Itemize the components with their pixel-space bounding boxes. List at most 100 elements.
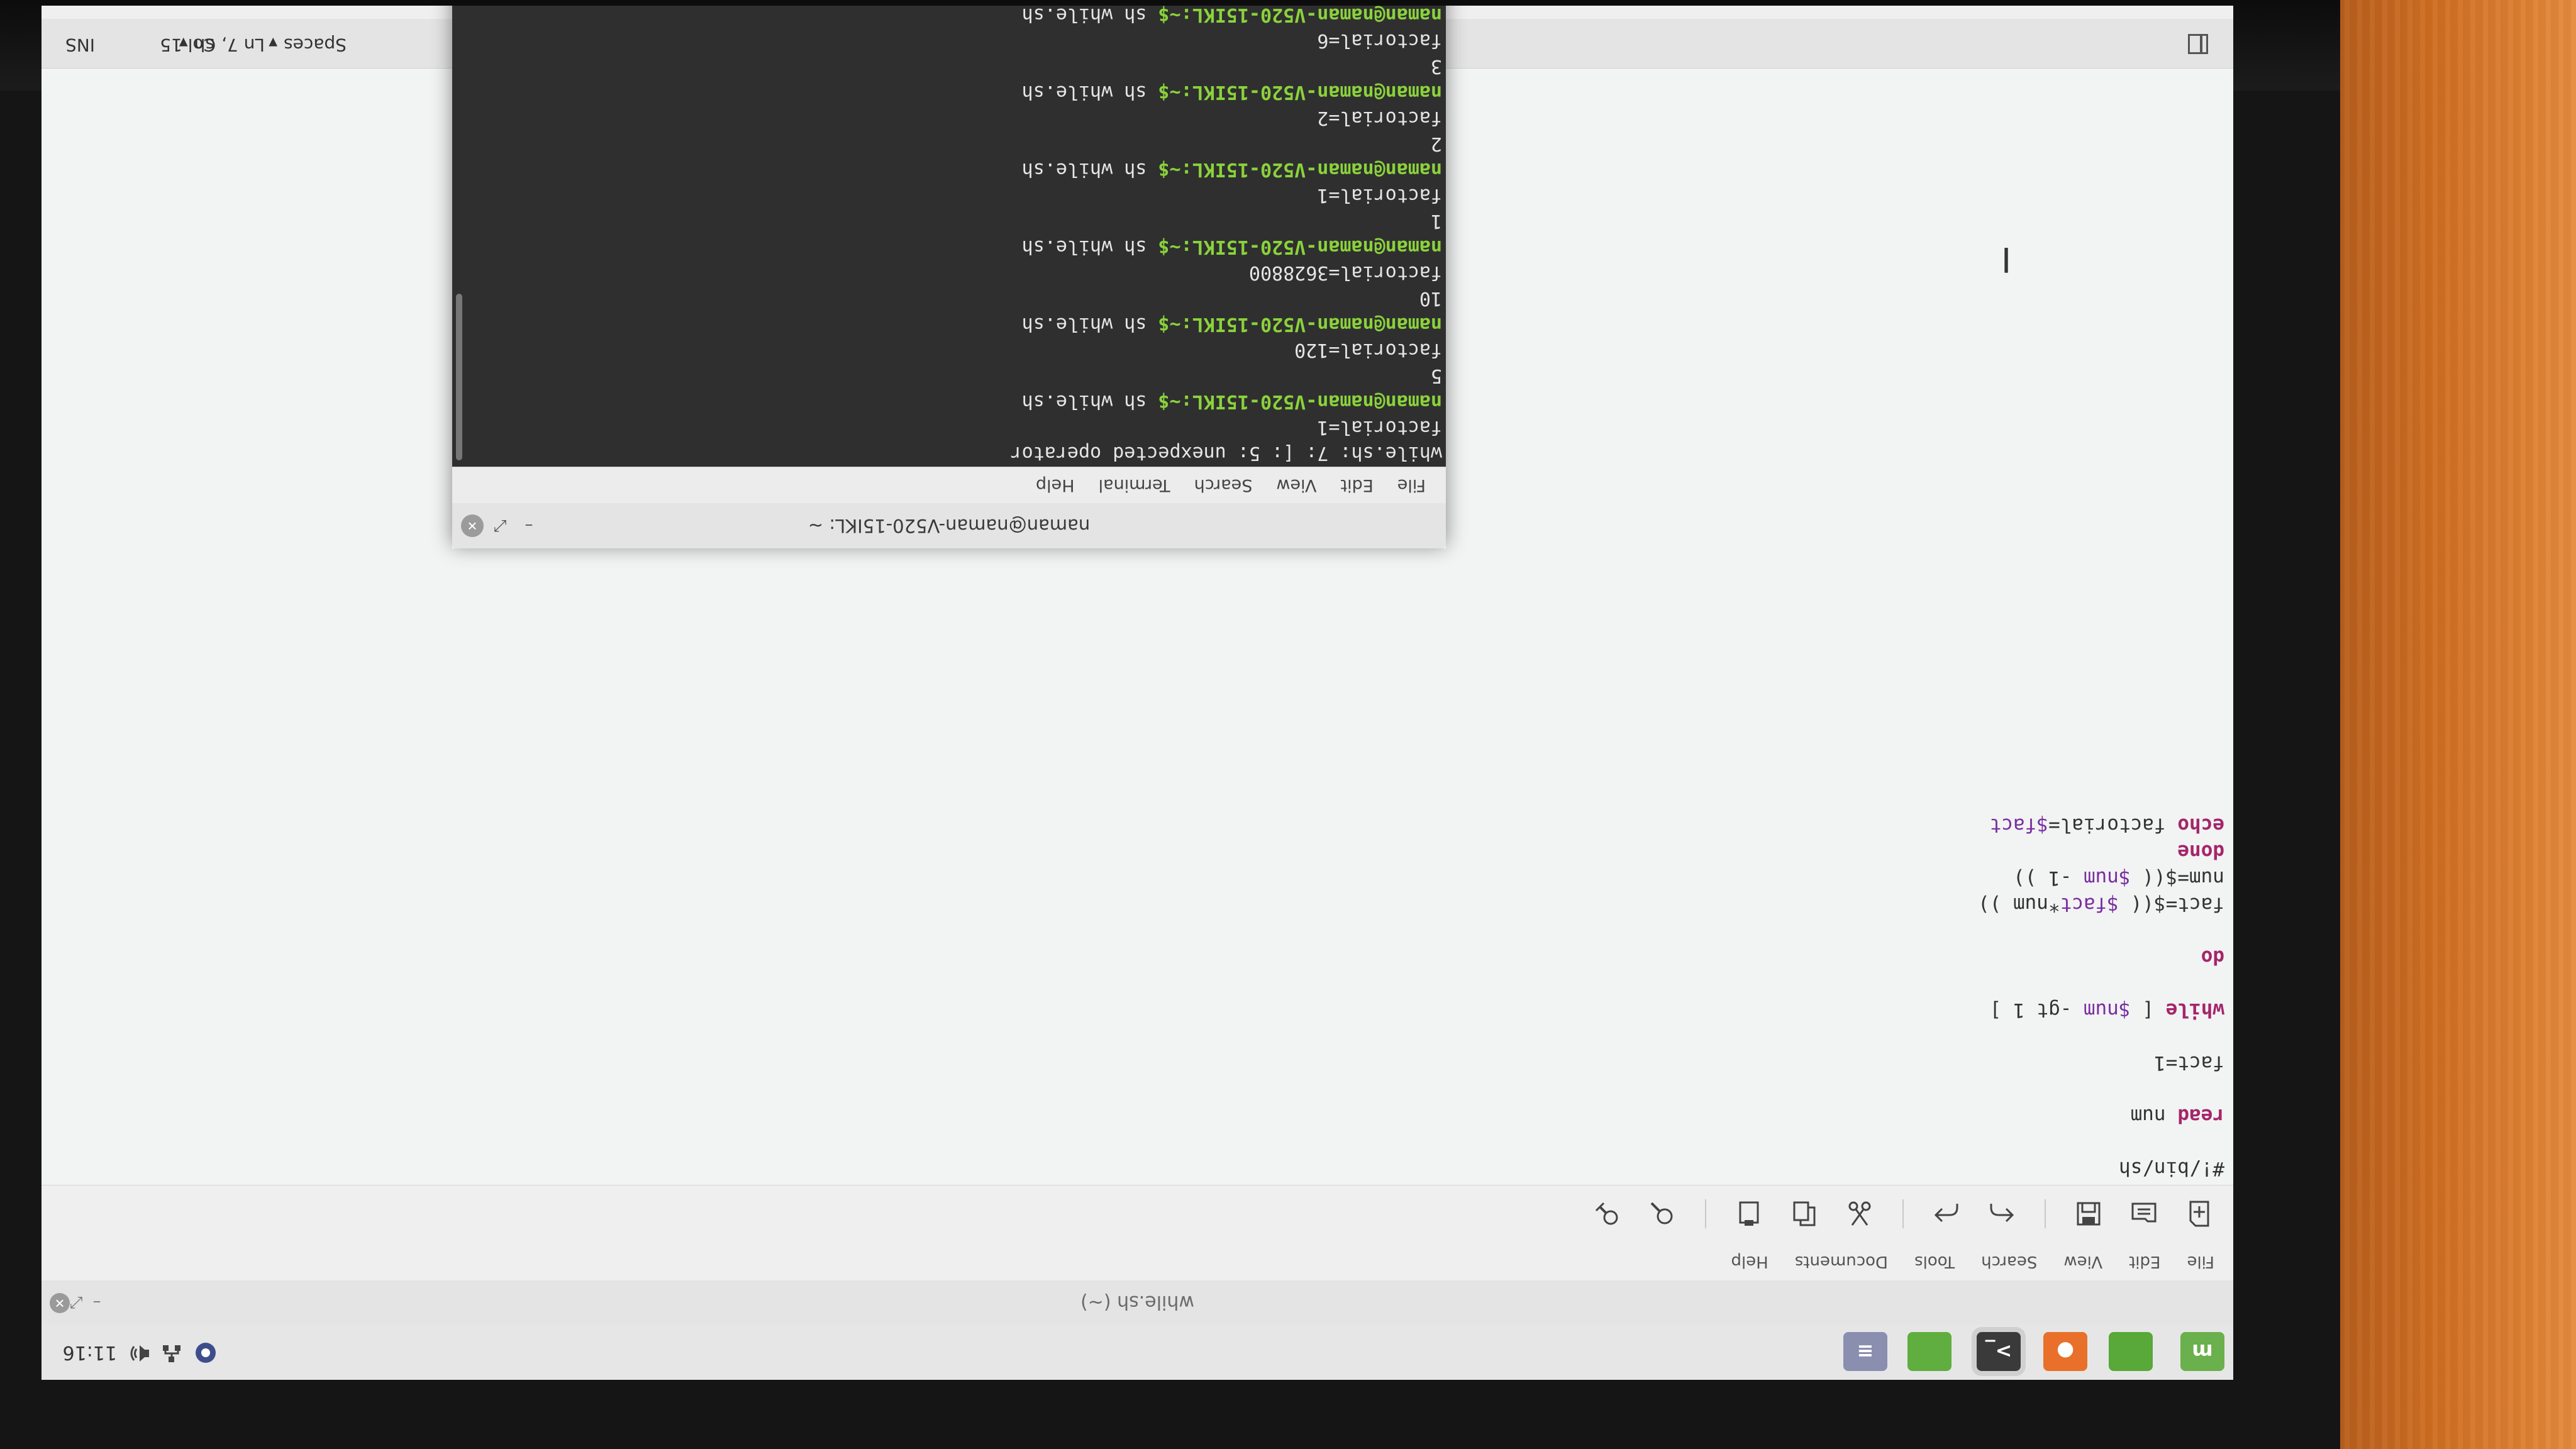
terminal-title: naman@naman-V520-15IKL: ~: [808, 515, 1091, 536]
mouse-cursor-ibeam: I: [2001, 240, 2011, 279]
terminal-line: factorial=1: [1317, 184, 1442, 206]
code-line: #!/bin/sh: [2119, 1157, 2224, 1180]
terminal-line: 10: [1419, 287, 1442, 309]
terminal-text: factorial=6: [1317, 30, 1442, 52]
close-icon[interactable]: ✕: [461, 514, 484, 537]
files-manager-icon[interactable]: [1907, 1332, 1951, 1371]
minimize-icon[interactable]: –: [86, 1292, 108, 1313]
code-line: read num: [2131, 1104, 2224, 1127]
copy-icon[interactable]: [1780, 1191, 1828, 1238]
terminal-output[interactable]: while.sh: 7: [: 5: unexpected operator fa…: [452, 6, 1446, 467]
code-line: echo factorial=$fact: [1990, 814, 2224, 836]
menu-tools[interactable]: Tools: [1908, 1252, 1961, 1271]
code-token: factorial=: [2048, 814, 2178, 836]
code-token: $fact: [2060, 893, 2119, 916]
terminal-line: factorial=120: [1294, 339, 1442, 361]
menu-icon[interactable]: m: [2180, 1332, 2224, 1371]
terminal-prompt: naman@naman-V520-15IKL:~$: [1158, 391, 1442, 413]
terminal-menu-file[interactable]: File: [1387, 475, 1436, 495]
terminal-menu-search[interactable]: Search: [1184, 475, 1263, 495]
close-icon[interactable]: ✕: [50, 1293, 70, 1313]
volume-icon[interactable]: [128, 1338, 152, 1365]
redo-icon[interactable]: [1923, 1191, 1970, 1238]
terminal-text: factorial=120: [1294, 339, 1442, 361]
taskbar-panel: m ● >_ ≡ 11:16: [42, 1324, 2233, 1380]
photo-scene: m ● >_ ≡ 11:16 while.sh (~) – ⤢ ✕ File Edit V…: [0, 0, 2576, 1449]
code-line: fact=$(( $fact*num )): [1978, 893, 2224, 916]
terminal-menu-help[interactable]: Help: [1026, 475, 1085, 495]
cut-icon[interactable]: [1836, 1191, 1884, 1238]
terminal-line: 3: [1431, 55, 1442, 77]
terminal-text: sh while.sh: [1021, 81, 1158, 103]
save-icon[interactable]: [2065, 1191, 2112, 1238]
text-editor-icon[interactable]: ≡: [1843, 1332, 1887, 1371]
terminal-text: sh while.sh: [1021, 158, 1158, 180]
terminal-text: 1: [1430, 210, 1442, 232]
terminal-text: sh while.sh: [1021, 391, 1158, 413]
terminal-prompt: naman@naman-V520-15IKL:~$: [1158, 158, 1442, 180]
terminal-menu-edit[interactable]: Edit: [1331, 475, 1384, 495]
menu-documents[interactable]: Documents: [1789, 1252, 1894, 1271]
menu-file[interactable]: File: [2180, 1252, 2221, 1271]
code-token: *num )): [1978, 893, 2060, 916]
undo-icon[interactable]: [1978, 1191, 2026, 1238]
minimize-icon[interactable]: –: [518, 514, 540, 537]
code-token: done: [2177, 840, 2224, 863]
terminal-line: 2: [1431, 133, 1442, 155]
firefox-icon[interactable]: ●: [2043, 1332, 2087, 1371]
paste-icon[interactable]: [1725, 1191, 1773, 1238]
menu-edit[interactable]: Edit: [2123, 1252, 2167, 1271]
terminal-window: naman@naman-V520-15IKL: ~ – ⤢ ✕ File Edit…: [452, 6, 1446, 548]
menu-help[interactable]: Help: [1725, 1252, 1775, 1271]
terminal-line: naman@naman-V520-15IKL:~$ sh while.sh: [1022, 81, 1442, 103]
terminal-text: factorial=3628800: [1248, 262, 1442, 284]
code-token: #!/bin/sh: [2119, 1157, 2224, 1180]
terminal-text: factorial=1: [1317, 416, 1442, 438]
code-token: [: [2130, 999, 2166, 1021]
editor-toolbar: [42, 1185, 2233, 1243]
new-document-icon[interactable]: [2175, 1191, 2223, 1238]
code-token: fact=$((: [2119, 893, 2224, 916]
open-document-icon[interactable]: [2120, 1191, 2168, 1238]
code-line: fact=1: [2154, 1052, 2224, 1074]
terminal-prompt: naman@naman-V520-15IKL:~$: [1158, 81, 1442, 103]
network-icon[interactable]: [160, 1338, 183, 1365]
terminal-line: naman@naman-V520-15IKL:~$ sh while.sh: [1022, 158, 1442, 180]
indent-selector[interactable]: Spaces▼: [269, 35, 347, 55]
code-token: -gt 1 ]: [1989, 999, 2084, 1021]
terminal-text: factorial=2: [1317, 107, 1442, 129]
terminal-line: while.sh: 7: [: 5: unexpected operator: [1011, 442, 1442, 464]
terminal-line: naman@naman-V520-15IKL:~$ sh while.sh: [1022, 6, 1442, 26]
side-panel-toggle-icon[interactable]: [2188, 34, 2208, 54]
terminal-line: factorial=3628800: [1249, 262, 1442, 284]
code-token: num=$((: [2130, 867, 2224, 889]
code-line: done: [2177, 840, 2224, 863]
terminal-icon[interactable]: >_: [1977, 1332, 2021, 1371]
terminal-text: 10: [1419, 287, 1442, 309]
files-icon[interactable]: [2109, 1332, 2153, 1371]
terminal-menubar: File Edit View Search Terminal Help: [452, 467, 1446, 503]
search-icon[interactable]: [1638, 1191, 1686, 1238]
clock[interactable]: 11:16: [63, 1341, 117, 1363]
terminal-prompt: naman@naman-V520-15IKL:~$: [1158, 6, 1442, 26]
menu-search[interactable]: Search: [1975, 1252, 2043, 1271]
chevron-down-icon: ▼: [269, 36, 278, 49]
insert-mode: INS: [65, 35, 95, 55]
terminal-text: 2: [1430, 133, 1442, 155]
maximize-icon[interactable]: ⤢: [489, 514, 512, 537]
terminal-text: factorial=1: [1317, 184, 1442, 206]
terminal-menu-view[interactable]: View: [1266, 475, 1326, 495]
terminal-line: naman@naman-V520-15IKL:~$ sh while.sh: [1022, 236, 1442, 258]
terminal-text: while.sh: 7: [: 5: unexpected operator: [1010, 442, 1442, 464]
code-token: read: [2177, 1104, 2224, 1127]
cursor-position[interactable]: Ln 7, Col 15: [160, 35, 265, 55]
menu-view[interactable]: View: [2057, 1252, 2109, 1271]
terminal-menu-terminal[interactable]: Terminal: [1089, 475, 1180, 495]
notification-icon[interactable]: [194, 1336, 218, 1365]
search-replace-icon[interactable]: [1583, 1191, 1631, 1238]
terminal-titlebar: naman@naman-V520-15IKL: ~ – ⤢ ✕: [452, 503, 1446, 548]
editor-menubar: File Edit View Search Tools Documents Help: [42, 1243, 2233, 1280]
desktop-screen: m ● >_ ≡ 11:16 while.sh (~) – ⤢ ✕ File Edit V…: [42, 6, 2233, 1380]
terminal-scrollbar[interactable]: [456, 294, 462, 460]
code-line: num=$(( $num -1 )): [2013, 867, 2224, 889]
